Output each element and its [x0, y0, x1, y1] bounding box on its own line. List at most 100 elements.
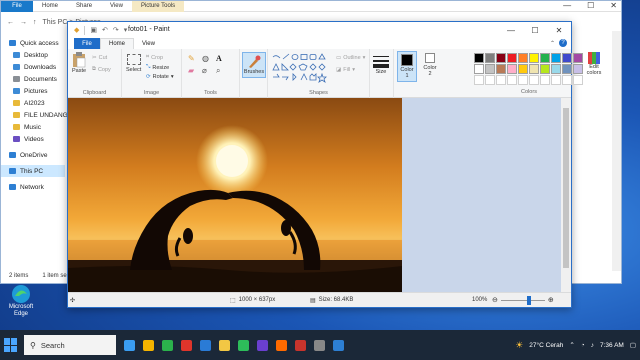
minimize-icon[interactable]: — [563, 1, 571, 10]
notification-icon[interactable]: ▢ [630, 341, 636, 349]
palette-empty-swatch[interactable] [573, 75, 583, 85]
tab-file[interactable]: File [74, 38, 100, 49]
taskbar-search-box[interactable]: ⚲ Search [24, 335, 116, 355]
sidebar-item[interactable]: FILE UNDANG [1, 109, 68, 121]
sidebar-item[interactable]: Videos [1, 133, 65, 145]
pinned-app-icon[interactable] [124, 339, 135, 351]
pinned-app-icon[interactable] [181, 339, 192, 351]
up-arrow-icon[interactable]: ↑ [33, 19, 37, 26]
explorer-scrollbar[interactable] [612, 31, 621, 271]
scroll-thumb[interactable] [563, 108, 569, 268]
palette-swatch[interactable] [529, 64, 539, 74]
paste-button[interactable]: Paste [72, 52, 86, 74]
weather-text[interactable]: 27°C Cerah [529, 342, 563, 349]
pinned-app-icon[interactable] [219, 339, 230, 351]
sidebar-item[interactable]: Documents [1, 73, 65, 85]
palette-empty-swatch[interactable] [540, 75, 550, 85]
palette-swatch[interactable] [507, 64, 517, 74]
close-icon[interactable]: ✕ [610, 1, 617, 10]
palette-empty-swatch[interactable] [485, 75, 495, 85]
color2-button[interactable]: Color 2 [421, 53, 439, 77]
palette-swatch[interactable] [485, 53, 495, 63]
palette-swatch[interactable] [562, 53, 572, 63]
pinned-app-icon[interactable] [276, 339, 287, 351]
pinned-app-icon[interactable] [200, 339, 211, 351]
collapse-ribbon-icon[interactable]: ⌃ [550, 40, 555, 47]
sidebar-item[interactable]: Desktop [1, 49, 65, 61]
sidebar-item[interactable]: AI2023 [1, 97, 65, 109]
undo-icon[interactable]: ↶ [102, 26, 108, 34]
palette-swatch[interactable] [518, 64, 528, 74]
zoom-slider-thumb[interactable] [526, 295, 531, 305]
palette-swatch[interactable] [518, 53, 528, 63]
palette-swatch[interactable] [474, 53, 484, 63]
fill-bucket-icon[interactable]: ◍ [202, 54, 213, 63]
fill-button[interactable]: ◪ Fill ▾ [336, 67, 355, 73]
palette-empty-swatch[interactable] [529, 75, 539, 85]
sidebar-item[interactable]: Downloads [1, 61, 65, 73]
zoom-out-icon[interactable]: ⊖ [492, 296, 498, 304]
clock[interactable]: 7:36 AM [600, 342, 624, 349]
network-icon[interactable]: ◔ [581, 342, 585, 349]
resize-button[interactable]: ⤡ Resize [146, 64, 169, 71]
palette-swatch[interactable] [551, 64, 561, 74]
sidebar-item[interactable]: Music [1, 121, 65, 133]
outline-button[interactable]: ▭ Outline ▾ [336, 55, 365, 61]
sidebar-item[interactable]: Quick access [1, 37, 65, 49]
maximize-icon[interactable]: ☐ [587, 1, 594, 10]
windows-start-icon[interactable] [4, 338, 18, 352]
palette-swatch[interactable] [496, 64, 506, 74]
cut-button[interactable]: ✂ Cut [92, 55, 107, 61]
pinned-app-icon[interactable] [314, 339, 325, 351]
palette-swatch[interactable] [507, 53, 517, 63]
edit-colors-button[interactable]: Edit colors [584, 52, 604, 76]
customize-toolbar-icon[interactable]: ▾ [124, 26, 128, 34]
zoom-in-icon[interactable]: ⊕ [548, 296, 554, 304]
explorer-tab-home[interactable]: Home [33, 3, 67, 9]
palette-empty-swatch[interactable] [496, 75, 506, 85]
tab-home[interactable]: Home [100, 38, 135, 49]
show-hidden-icons[interactable]: ⌃ [569, 341, 574, 349]
pinned-app-icon[interactable] [257, 339, 268, 351]
volume-icon[interactable]: ♪ [591, 342, 594, 349]
pinned-app-icon[interactable] [238, 339, 249, 351]
palette-swatch[interactable] [529, 53, 539, 63]
brushes-button[interactable]: Brushes [242, 52, 266, 78]
palette-empty-swatch[interactable] [562, 75, 572, 85]
palette-swatch[interactable] [562, 64, 572, 74]
weather-icon[interactable]: ☀ [515, 340, 523, 351]
desktop-shortcut-edge[interactable]: Microsoft Edge [5, 284, 37, 318]
palette-empty-swatch[interactable] [507, 75, 517, 85]
color-picker-icon[interactable]: ⌀ [202, 66, 213, 76]
select-button[interactable]: Select [126, 54, 141, 73]
photo-canvas[interactable] [68, 98, 402, 293]
palette-empty-swatch[interactable] [518, 75, 528, 85]
close-icon[interactable]: ✕ [547, 22, 571, 38]
maximize-icon[interactable]: ☐ [523, 22, 547, 38]
rotate-button[interactable]: ⟳ Rotate ▾ [146, 74, 174, 80]
pinned-app-icon[interactable] [333, 339, 344, 351]
canvas-vertical-scrollbar[interactable] [561, 98, 571, 293]
save-icon[interactable]: ▣ [90, 26, 97, 34]
explorer-tab-share[interactable]: Share [67, 3, 101, 9]
canvas-area[interactable] [68, 98, 562, 293]
sidebar-item[interactable]: This PC [1, 165, 65, 177]
palette-empty-swatch[interactable] [474, 75, 484, 85]
color1-button[interactable]: Color 1 [397, 51, 417, 82]
zoom-slider[interactable] [500, 295, 545, 305]
pinned-app-icon[interactable] [162, 339, 173, 351]
forward-arrow-icon[interactable]: → [20, 19, 27, 26]
palette-swatch[interactable] [573, 64, 583, 74]
text-icon[interactable]: A [216, 54, 227, 63]
palette-swatch[interactable] [474, 64, 484, 74]
explorer-tab-view[interactable]: View [101, 3, 132, 9]
help-icon[interactable]: ? [559, 39, 567, 47]
palette-swatch[interactable] [496, 53, 506, 63]
pinned-app-icon[interactable] [143, 339, 154, 351]
tab-view[interactable]: View [134, 38, 163, 49]
palette-swatch[interactable] [551, 53, 561, 63]
sidebar-item[interactable]: OneDrive [1, 149, 65, 161]
back-arrow-icon[interactable]: ← [7, 19, 14, 26]
shapes-gallery[interactable] [272, 53, 334, 85]
redo-icon[interactable]: ↷ [113, 26, 119, 34]
